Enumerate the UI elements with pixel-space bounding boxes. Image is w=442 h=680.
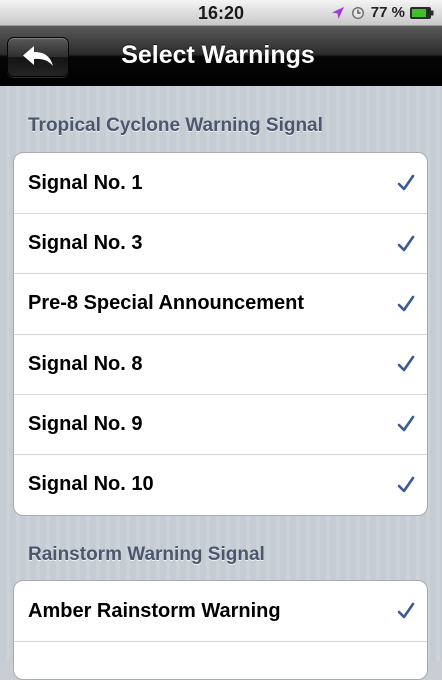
rainstorm-group: Amber Rainstorm Warning [13,580,428,680]
checkmark-icon [397,476,415,492]
battery-percent: 77 % [370,4,405,21]
clock-icon [351,7,364,19]
checkmark-icon [397,295,415,312]
list-item-signal-1[interactable]: Signal No. 1 [14,153,427,213]
section-header-tropical-cyclone: Tropical Cyclone Warning Signal [28,115,323,136]
list-item-label: Signal No. 8 [28,352,143,375]
list-item-label: Signal No. 10 [28,473,154,496]
list-item-amber-rainstorm-warning[interactable]: Amber Rainstorm Warning [14,581,427,641]
status-indicators: 77 % [331,3,434,23]
list-item-pre-8-special-announcement[interactable]: Pre-8 Special Announcement [14,273,427,333]
checkmark-icon [397,174,415,191]
tropical-cyclone-group: Signal No. 1 Signal No. 3 Pre-8 Special … [13,152,428,516]
checkmark-icon [397,235,415,252]
list-item-signal-8[interactable]: Signal No. 8 [14,333,427,394]
list-item-signal-10[interactable]: Signal No. 10 [14,453,427,514]
checkmark-icon [397,602,415,619]
checkmark-icon [397,416,415,432]
checkmark-icon [397,355,415,372]
location-arrow-icon [331,7,344,19]
list-item-label: Pre-8 Special Announcement [28,292,304,315]
status-bar: 16:20 77 % [0,0,442,26]
list-item-label: Signal No. 9 [28,412,143,435]
battery-icon [410,7,434,19]
list-item-label: Amber Rainstorm Warning [28,599,281,622]
list-item-label: Signal No. 3 [28,232,143,255]
section-header-rainstorm: Rainstorm Warning Signal [28,544,265,565]
navigation-bar: Select Warnings [0,26,442,86]
list-item-signal-9[interactable]: Signal No. 9 [14,393,427,454]
list-item-label: Signal No. 1 [28,171,143,194]
page-title: Select Warnings [121,41,315,69]
list-item-signal-3[interactable]: Signal No. 3 [14,213,427,273]
